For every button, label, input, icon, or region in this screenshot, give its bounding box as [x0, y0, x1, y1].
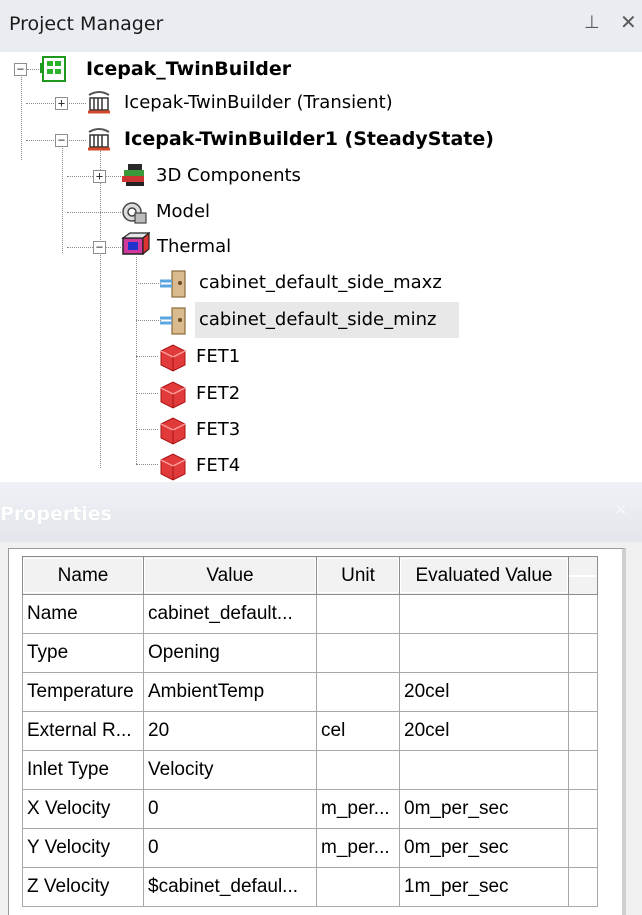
property-evaluated-value: 0m_per_sec: [399, 828, 569, 868]
table-row[interactable]: X Velocity 0 m_per... 0m_per_sec: [22, 789, 598, 829]
tree-node-design-steady[interactable]: Icepak-TwinBuilder1 (SteadyState): [124, 128, 494, 150]
block-icon: [158, 451, 188, 486]
property-unit[interactable]: cel: [316, 711, 400, 751]
tree-node-fet3[interactable]: FET3: [196, 419, 240, 440]
property-unit[interactable]: m_per...: [316, 828, 400, 868]
tree-node-thermal[interactable]: Thermal: [157, 236, 231, 257]
property-extra-cell: [568, 672, 598, 712]
property-name: Z Velocity: [22, 867, 144, 907]
property-value[interactable]: 20: [143, 711, 317, 751]
property-evaluated-value: [399, 750, 569, 790]
property-extra-cell: [568, 828, 598, 868]
table-row[interactable]: Z Velocity $cabinet_defaul... 1m_per_sec: [22, 867, 598, 907]
opening-icon: [158, 269, 192, 304]
property-extra-cell: [568, 867, 598, 907]
property-unit[interactable]: m_per...: [316, 789, 400, 829]
collapse-toggle-root[interactable]: −: [14, 63, 27, 76]
tree-node-model[interactable]: Model: [156, 201, 210, 222]
tree-node-cabinet-minz[interactable]: cabinet_default_side_minz: [199, 309, 437, 330]
project-icon: [40, 55, 70, 88]
property-evaluated-value: [399, 594, 569, 634]
property-value[interactable]: cabinet_default...: [143, 594, 317, 634]
close-icon[interactable]: ✕: [614, 500, 627, 519]
table-row[interactable]: External R... 20 cel 20cel: [22, 711, 598, 751]
property-evaluated-value: 1m_per_sec: [399, 867, 569, 907]
column-header-unit[interactable]: Unit: [316, 556, 400, 595]
property-value[interactable]: Velocity: [143, 750, 317, 790]
table-row[interactable]: Temperature AmbientTemp 20cel: [22, 672, 598, 712]
column-header-extra[interactable]: [568, 556, 598, 595]
property-extra-cell: [568, 594, 598, 634]
expand-toggle-transient[interactable]: +: [55, 97, 68, 110]
property-name: External R...: [22, 711, 144, 751]
property-unit[interactable]: [316, 672, 400, 712]
property-extra-cell: [568, 633, 598, 673]
property-evaluated-value: 20cel: [399, 711, 569, 751]
property-evaluated-value: 0m_per_sec: [399, 789, 569, 829]
property-name: Type: [22, 633, 144, 673]
tree-node-fet4[interactable]: FET4: [196, 455, 240, 476]
property-name: Inlet Type: [22, 750, 144, 790]
table-row[interactable]: Name cabinet_default...: [22, 594, 598, 634]
column-header-evaluated-value[interactable]: Evaluated Value: [399, 556, 569, 595]
tree-node-fet1[interactable]: FET1: [196, 346, 240, 367]
project-manager-title: Project Manager: [9, 13, 164, 35]
properties-title: Properties: [0, 503, 112, 525]
property-name: Y Velocity: [22, 828, 144, 868]
property-extra-cell: [568, 711, 598, 751]
project-manager-header: Project Manager ⊥ ✕: [0, 0, 642, 53]
expand-toggle-components[interactable]: +: [93, 170, 106, 183]
property-value[interactable]: 0: [143, 789, 317, 829]
pin-icon[interactable]: ⊥: [584, 12, 600, 33]
components-icon: [120, 162, 148, 193]
tree-node-fet2[interactable]: FET2: [196, 383, 240, 404]
model-icon: [120, 199, 148, 230]
grid-header-row: Name Value Unit Evaluated Value: [22, 556, 598, 595]
icepak-design-icon: [86, 89, 112, 120]
property-unit[interactable]: [316, 594, 400, 634]
block-icon: [158, 415, 188, 450]
property-evaluated-value: 20cel: [399, 672, 569, 712]
property-value[interactable]: 0: [143, 828, 317, 868]
property-extra-cell: [568, 789, 598, 829]
icepak-design-icon: [86, 126, 112, 157]
property-name: Name: [22, 594, 144, 634]
property-value[interactable]: Opening: [143, 633, 317, 673]
table-row[interactable]: Y Velocity 0 m_per... 0m_per_sec: [22, 828, 598, 868]
tree-node-3d-components[interactable]: 3D Components: [156, 165, 301, 186]
property-unit[interactable]: [316, 633, 400, 673]
close-icon[interactable]: ✕: [620, 10, 637, 34]
collapse-toggle-thermal[interactable]: −: [93, 241, 106, 254]
block-icon: [158, 379, 188, 414]
properties-grid: Name Value Unit Evaluated Value Name cab…: [22, 556, 598, 907]
tree-node-design-transient[interactable]: Icepak-TwinBuilder (Transient): [124, 92, 393, 113]
project-tree: − Icepak_TwinBuilder + Icepak-TwinBuilde…: [0, 52, 642, 482]
property-evaluated-value: [399, 633, 569, 673]
column-header-value[interactable]: Value: [143, 556, 317, 595]
opening-icon: [158, 306, 192, 341]
tree-node-project[interactable]: Icepak_TwinBuilder: [86, 58, 291, 80]
column-header-name[interactable]: Name: [22, 556, 144, 595]
table-row[interactable]: Inlet Type Velocity: [22, 750, 598, 790]
property-extra-cell: [568, 750, 598, 790]
block-icon: [158, 342, 188, 377]
table-row[interactable]: Type Opening: [22, 633, 598, 673]
thermal-icon: [120, 231, 151, 263]
collapse-toggle-steady[interactable]: −: [55, 134, 68, 147]
tree-node-cabinet-maxz[interactable]: cabinet_default_side_maxz: [199, 272, 442, 293]
property-value[interactable]: AmbientTemp: [143, 672, 317, 712]
property-name: X Velocity: [22, 789, 144, 829]
property-name: Temperature: [22, 672, 144, 712]
property-unit[interactable]: [316, 750, 400, 790]
property-unit[interactable]: [316, 867, 400, 907]
properties-header: Properties ✕: [0, 482, 642, 542]
property-value[interactable]: $cabinet_defaul...: [143, 867, 317, 907]
